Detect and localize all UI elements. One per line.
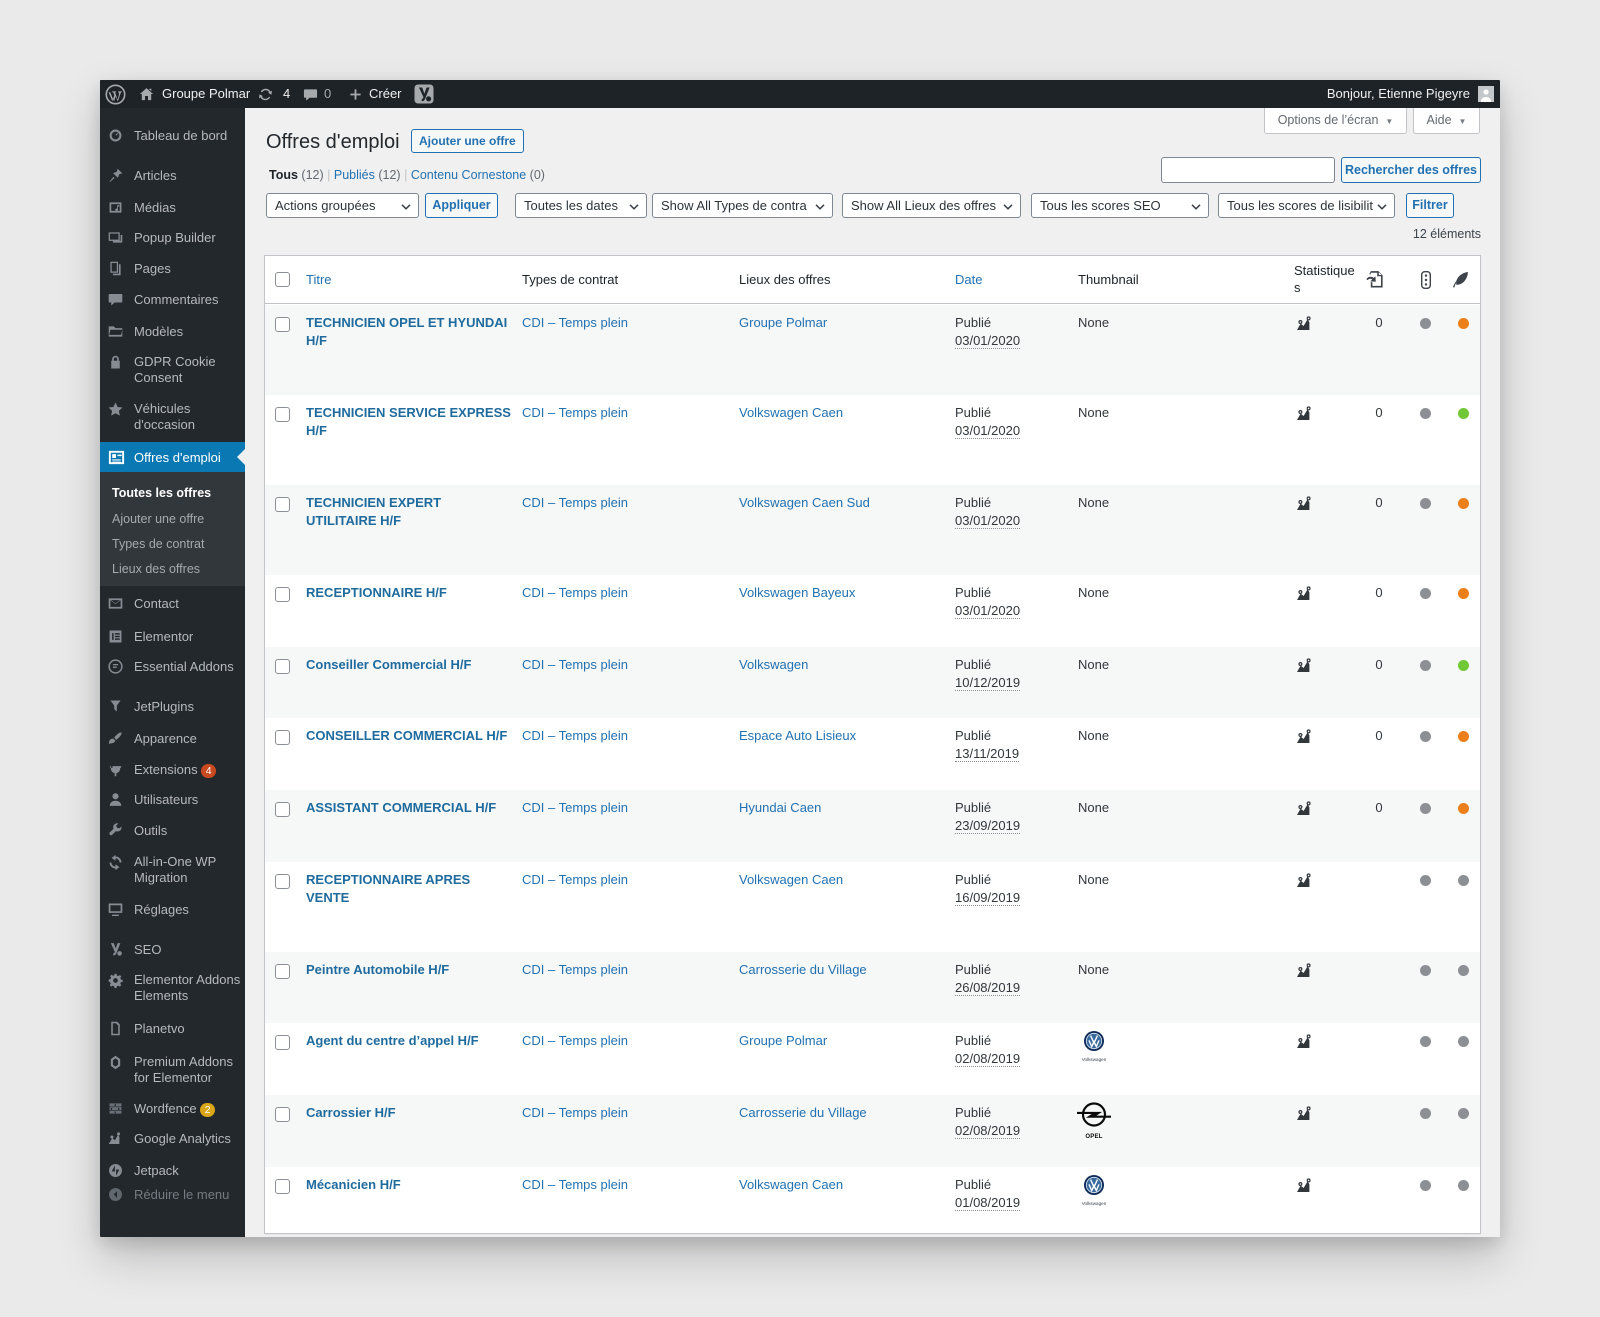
svg-text:Volkswagen: Volkswagen [1082, 1057, 1107, 1062]
svg-text:Volkswagen: Volkswagen [1082, 1201, 1107, 1206]
svg-text:OPEL: OPEL [1085, 1134, 1102, 1140]
